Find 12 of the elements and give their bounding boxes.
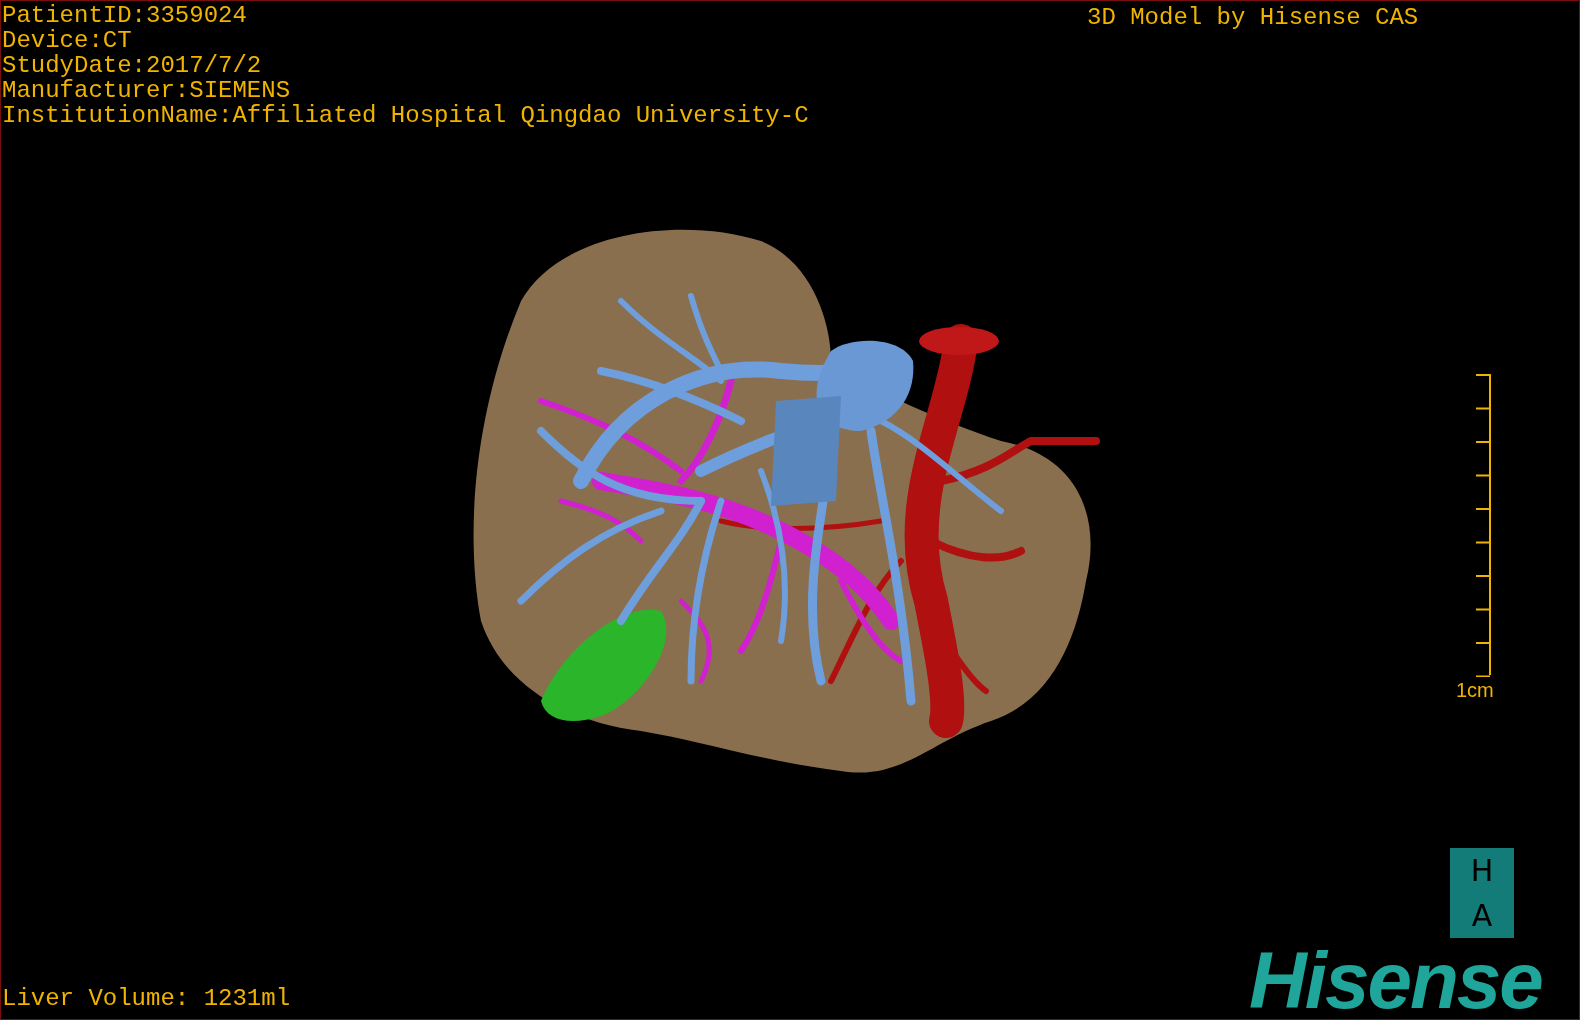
patient-info-line: Device:CT (2, 28, 133, 53)
scale-label: 1cm (1456, 679, 1494, 702)
scale-bar-icon (1475, 373, 1491, 677)
brand-logo: Hisense (1249, 941, 1542, 1019)
patient-info-line: StudyDate:2017/7/2 (2, 53, 263, 78)
patient-info-line: PatientID:3359024 (2, 3, 248, 28)
liver-volume: Liver Volume: 1231ml (2, 986, 291, 1011)
patient-info-line: InstitutionName:Affiliated Hospital Qingdao University-C (2, 103, 809, 128)
patient-info-line: Manufacturer:SIEMENS (2, 78, 292, 103)
orientation-letter: H (1470, 855, 1494, 886)
viewer-title: 3D Model by Hisense CAS (1087, 5, 1419, 30)
orientation-letter: A (1471, 900, 1493, 931)
